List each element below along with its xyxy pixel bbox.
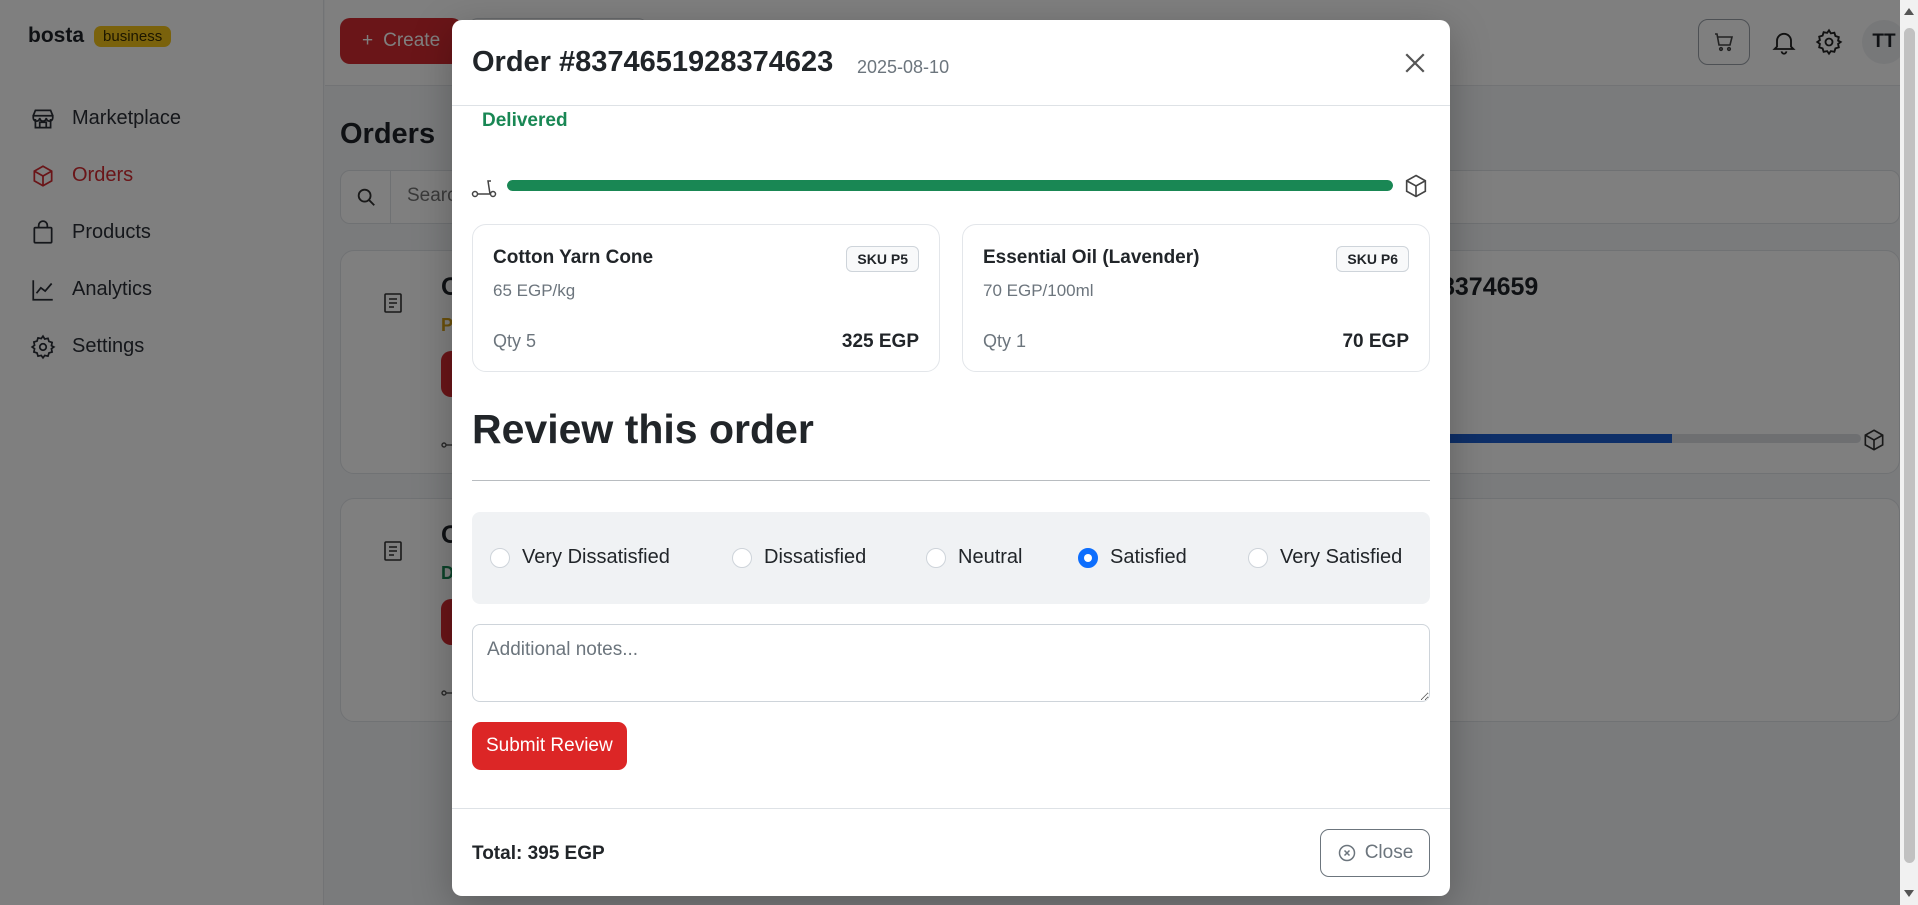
rating-option-label: Very Dissatisfied bbox=[522, 546, 670, 568]
order-status: Delivered bbox=[482, 110, 568, 131]
order-item-card: Cotton Yarn Cone SKU P5 65 EGP/kg Qty 5 … bbox=[472, 224, 940, 372]
radio-very-dissatisfied[interactable] bbox=[490, 547, 510, 568]
order-item-card: Essential Oil (Lavender) SKU P6 70 EGP/1… bbox=[962, 224, 1430, 372]
radio-dissatisfied[interactable] bbox=[732, 547, 752, 568]
box-icon bbox=[1405, 174, 1427, 198]
submit-review-button[interactable]: Submit Review bbox=[472, 722, 627, 770]
item-unit-price: 70 EGP/100ml bbox=[983, 281, 1094, 300]
rating-option-label: Neutral bbox=[958, 546, 1023, 568]
rating-option-very-satisfied[interactable]: Very Satisfied bbox=[1248, 546, 1402, 569]
order-modal: Order #8374651928374623 2025-08-10 Deliv… bbox=[452, 20, 1450, 896]
item-unit-price: 65 EGP/kg bbox=[493, 281, 576, 300]
close-button-label: Close bbox=[1364, 842, 1414, 863]
item-sku-badge: SKU P5 bbox=[846, 246, 919, 272]
rating-option-label: Satisfied bbox=[1110, 546, 1187, 568]
order-date: 2025-08-10 bbox=[857, 57, 950, 77]
delivery-progress bbox=[507, 180, 1393, 191]
scroll-up-arrow[interactable] bbox=[1904, 8, 1914, 15]
rating-option-label: Dissatisfied bbox=[764, 546, 867, 568]
rating-option-satisfied[interactable]: Satisfied bbox=[1078, 546, 1187, 569]
review-heading: Review this order bbox=[472, 406, 814, 452]
close-button[interactable]: Close bbox=[1320, 829, 1430, 877]
item-sku-badge: SKU P6 bbox=[1336, 246, 1409, 272]
divider bbox=[472, 480, 1430, 481]
modal-header: Order #8374651928374623 2025-08-10 bbox=[452, 20, 1450, 106]
scroll-down-arrow[interactable] bbox=[1904, 890, 1914, 897]
close-icon[interactable] bbox=[1400, 48, 1430, 78]
modal-footer: Total: 395 EGP Close bbox=[452, 808, 1450, 896]
radio-satisfied[interactable] bbox=[1078, 547, 1098, 568]
radio-neutral[interactable] bbox=[926, 547, 946, 568]
rating-option-neutral[interactable]: Neutral bbox=[926, 546, 1022, 569]
rating-option-label: Very Satisfied bbox=[1280, 546, 1403, 568]
modal-title: Order #8374651928374623 bbox=[472, 46, 834, 78]
order-total: Total: 395 EGP bbox=[472, 843, 605, 864]
page-scrollbar[interactable] bbox=[1900, 0, 1918, 905]
item-name: Essential Oil (Lavender) bbox=[983, 247, 1200, 268]
item-quantity: Qty 1 bbox=[983, 331, 1027, 351]
rating-option-dissatisfied[interactable]: Dissatisfied bbox=[732, 546, 866, 569]
notes-textarea[interactable] bbox=[472, 624, 1430, 702]
item-name: Cotton Yarn Cone bbox=[493, 247, 654, 268]
rating-group: Very Dissatisfied Dissatisfied Neutral S… bbox=[472, 512, 1430, 604]
rating-option-very-dissatisfied[interactable]: Very Dissatisfied bbox=[490, 546, 670, 569]
item-quantity: Qty 5 bbox=[493, 331, 537, 351]
item-total: 70 EGP bbox=[1342, 331, 1409, 352]
radio-very-satisfied[interactable] bbox=[1248, 547, 1268, 568]
item-total: 325 EGP bbox=[841, 331, 919, 352]
scooter-icon bbox=[471, 180, 497, 198]
circle-x-icon bbox=[1338, 844, 1355, 862]
scrollbar-thumb[interactable] bbox=[1904, 28, 1915, 863]
delivery-progress-fill bbox=[507, 180, 1393, 191]
